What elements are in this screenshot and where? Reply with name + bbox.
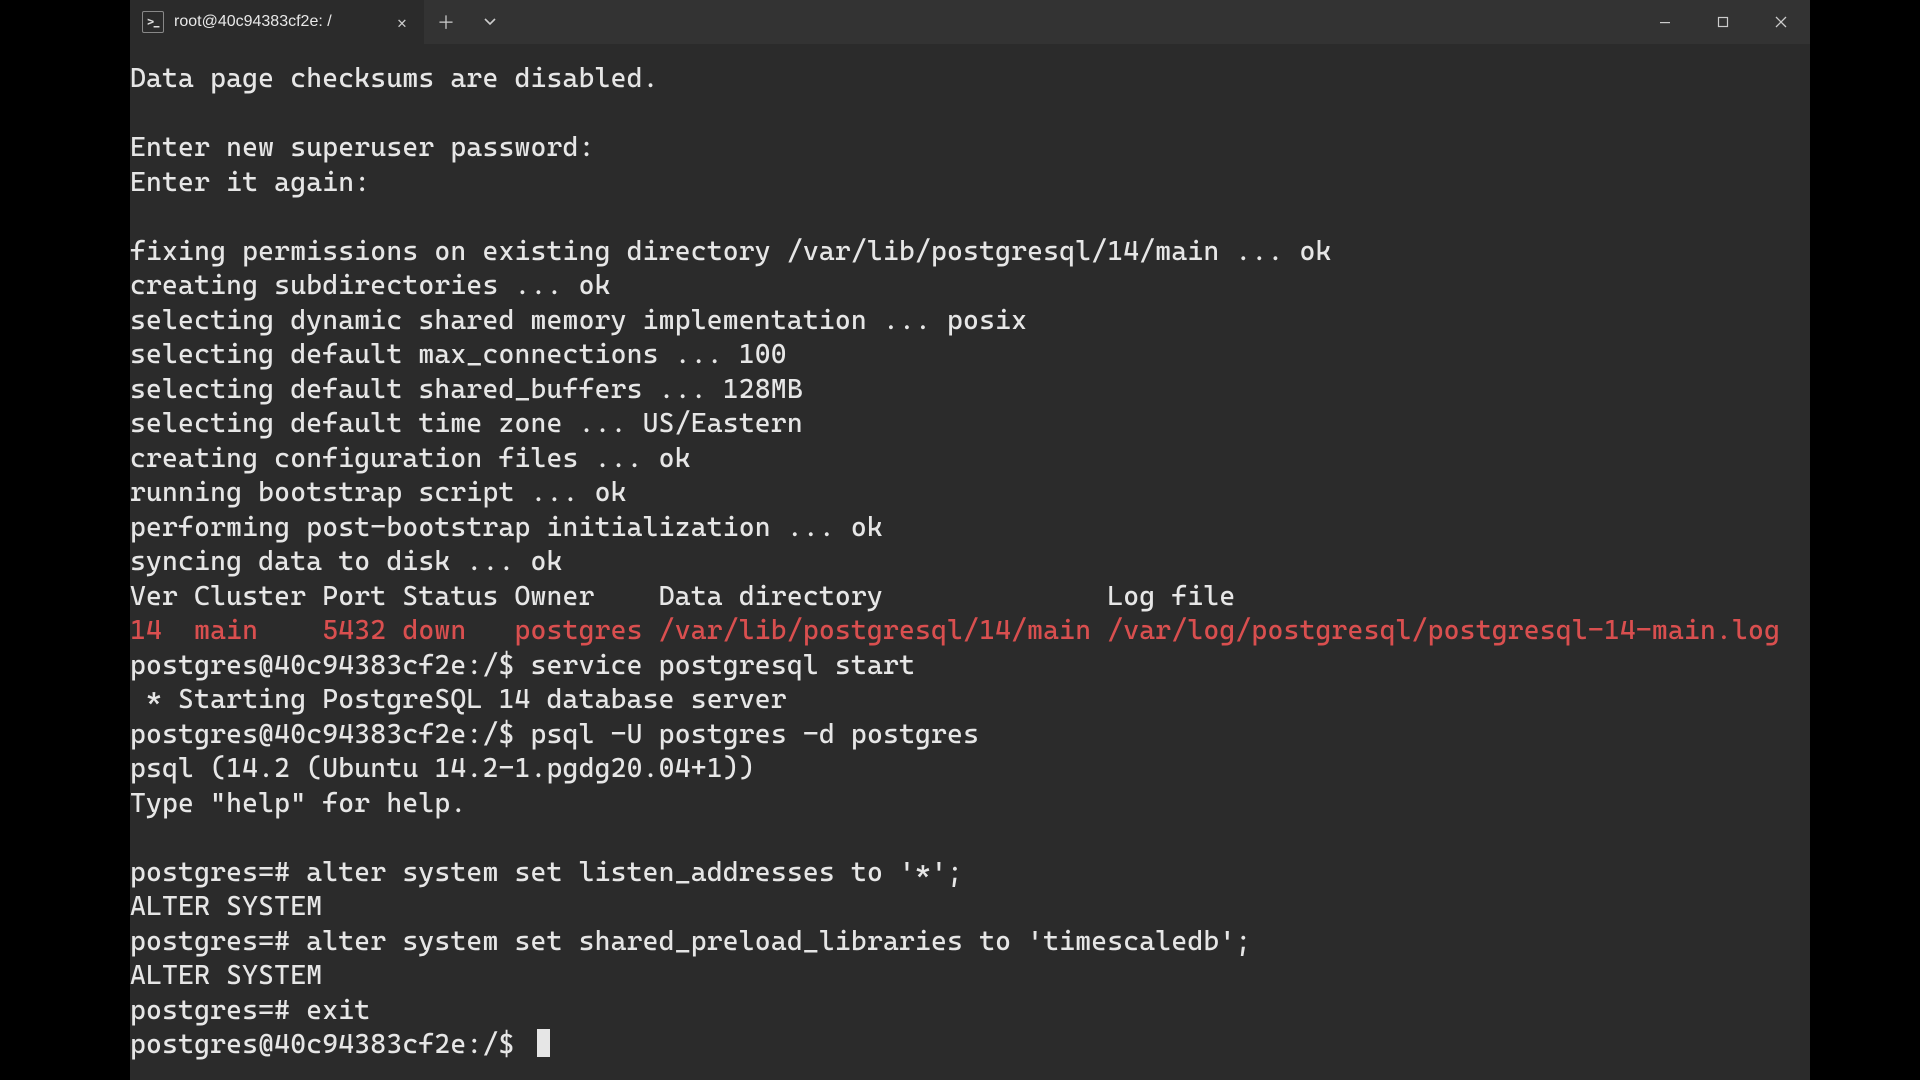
minimize-button[interactable] xyxy=(1636,0,1694,44)
command: alter system set shared_preload_librarie… xyxy=(306,926,1251,957)
psql-prompt: postgres=# xyxy=(130,995,306,1026)
output-line: running bootstrap script ... ok xyxy=(130,477,627,508)
new-tab-button[interactable]: ＋ xyxy=(424,0,468,44)
output-line: creating configuration files ... ok xyxy=(130,443,691,474)
command: psql -U postgres -d postgres xyxy=(531,719,980,750)
close-window-button[interactable] xyxy=(1752,0,1810,44)
close-icon xyxy=(1775,16,1787,28)
minimize-icon xyxy=(1659,16,1671,28)
psql-prompt: postgres=# xyxy=(130,857,306,888)
output-line: ALTER SYSTEM xyxy=(130,891,322,922)
close-tab-button[interactable]: ✕ xyxy=(392,12,412,32)
output-line: creating subdirectories ... ok xyxy=(130,270,611,301)
output-line: ALTER SYSTEM xyxy=(130,960,322,991)
output-line: Enter it again: xyxy=(130,167,370,198)
psql-prompt: postgres=# xyxy=(130,926,306,957)
output-line: selecting dynamic shared memory implemen… xyxy=(130,305,1027,336)
ok-pad xyxy=(787,684,1810,715)
terminal-window: >_ root@40c94383cf2e: / ✕ ＋ Data page ch… xyxy=(130,0,1810,1080)
terminal-icon: >_ xyxy=(142,11,164,33)
output-line: selecting default shared_buffers ... 128… xyxy=(130,374,803,405)
prompt: postgres@40c94383cf2e:/$ xyxy=(130,1029,531,1060)
prompt: postgres@40c94383cf2e:/$ xyxy=(130,650,531,681)
titlebar: >_ root@40c94383cf2e: / ✕ ＋ xyxy=(130,0,1810,44)
output-line: Ver Cluster Port Status Owner Data direc… xyxy=(130,581,1235,612)
output-line: Type "help" for help. xyxy=(130,788,466,819)
tabstrip: >_ root@40c94383cf2e: / ✕ ＋ xyxy=(130,0,1636,44)
prompt: postgres@40c94383cf2e:/$ xyxy=(130,719,531,750)
command: exit xyxy=(306,995,370,1026)
tab-dropdown-button[interactable] xyxy=(468,0,512,44)
output-line: * Starting PostgreSQL 14 database server xyxy=(130,684,787,715)
output-line-error: 14 main 5432 down postgres /var/lib/post… xyxy=(130,615,1780,646)
output-line: selecting default max_connections ... 10… xyxy=(130,339,787,370)
output-line: performing post-bootstrap initialization… xyxy=(130,512,883,543)
output-line: fixing permissions on existing directory… xyxy=(130,236,1332,267)
output-line: Enter new superuser password: xyxy=(130,132,595,163)
maximize-button[interactable] xyxy=(1694,0,1752,44)
output-line: Data page checksums are disabled. xyxy=(130,63,659,94)
output-line: syncing data to disk ... ok xyxy=(130,546,563,577)
tab-title: root@40c94383cf2e: / xyxy=(174,13,382,31)
output-line: psql (14.2 (Ubuntu 14.2-1.pgdg20.04+1)) xyxy=(130,753,755,784)
chevron-down-icon xyxy=(483,15,497,29)
command: alter system set listen_addresses to '*'… xyxy=(306,857,963,888)
maximize-icon xyxy=(1717,16,1729,28)
cursor xyxy=(537,1029,550,1057)
terminal-output[interactable]: Data page checksums are disabled. Enter … xyxy=(130,44,1810,1080)
window-controls xyxy=(1636,0,1810,44)
output-line: selecting default time zone ... US/Easte… xyxy=(130,408,803,439)
tab-active[interactable]: >_ root@40c94383cf2e: / ✕ xyxy=(130,0,424,44)
command: service postgresql start xyxy=(531,650,916,681)
